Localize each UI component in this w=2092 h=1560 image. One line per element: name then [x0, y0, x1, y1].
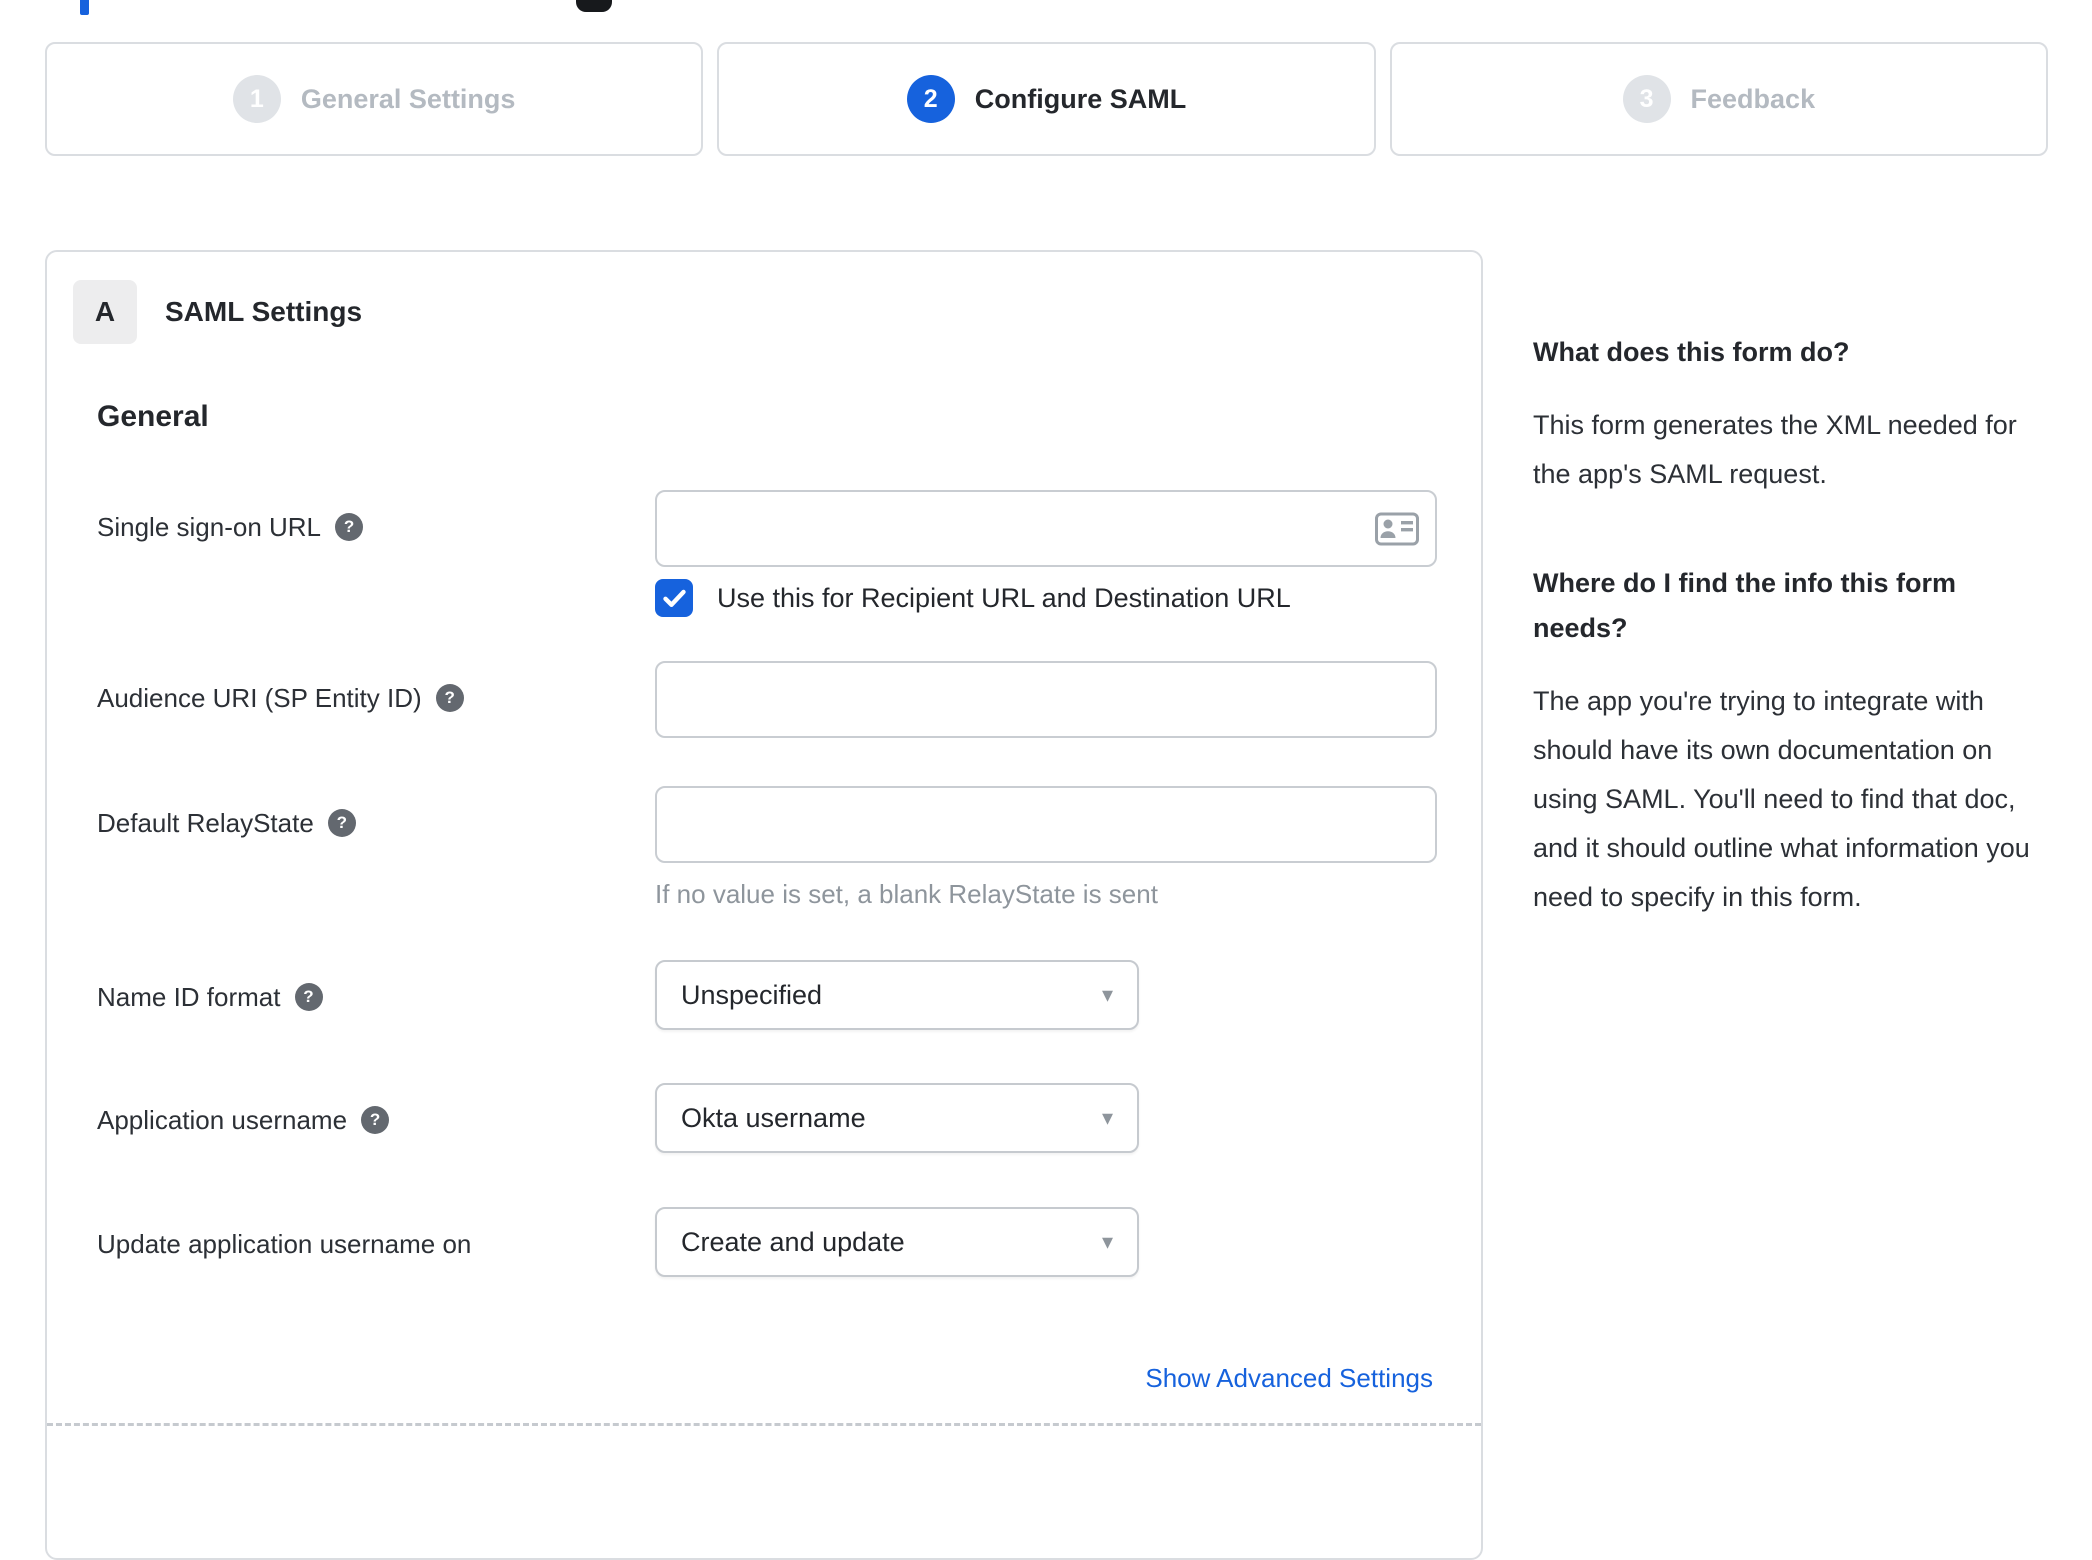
step-3-circle: 3	[1622, 75, 1671, 123]
check-icon	[662, 589, 686, 607]
step-1-circle: 1	[232, 75, 281, 123]
application-username-label: Application username	[97, 1105, 348, 1135]
section-a-badge: A	[73, 280, 137, 344]
help-body-where: The app you're trying to integrate with …	[1533, 686, 2030, 912]
name-id-format-value: Unspecified	[681, 979, 823, 1010]
advanced-settings-row: Show Advanced Settings	[47, 1363, 1433, 1394]
help-icon[interactable]: ?	[294, 983, 323, 1012]
step-general-settings[interactable]: 1 General Settings	[45, 42, 704, 156]
general-section-heading: General	[97, 400, 209, 433]
recipient-url-checkbox-row: Use this for Recipient URL and Destinati…	[655, 579, 1481, 617]
update-username-on-select[interactable]: Create and update ▾	[655, 1207, 1139, 1277]
update-username-on-value: Create and update	[681, 1226, 905, 1257]
audience-uri-input[interactable]	[655, 661, 1437, 738]
field-row-name-id-format: Name ID format? Unspecified ▾	[97, 960, 1481, 1030]
field-row-audience-uri: Audience URI (SP Entity ID)?	[97, 661, 1481, 738]
field-row-single-sign-on-url: Single sign-on URL? Use this for Recipie…	[97, 490, 1481, 617]
help-icon[interactable]: ?	[335, 513, 364, 542]
card-title: SAML Settings	[165, 296, 363, 327]
chevron-down-icon: ▾	[1101, 1229, 1113, 1254]
help-icon[interactable]: ?	[435, 684, 464, 713]
update-username-on-label: Update application username on	[97, 1229, 472, 1259]
field-row-application-username: Application username? Okta username ▾	[97, 1083, 1481, 1153]
show-advanced-settings-link[interactable]: Show Advanced Settings	[1145, 1363, 1433, 1393]
step-2-label: Configure SAML	[974, 83, 1187, 114]
recipient-url-checkbox-label: Use this for Recipient URL and Destinati…	[717, 582, 1291, 613]
saml-settings-card: A SAML Settings General Single sign-on U…	[45, 250, 1483, 1560]
autofill-contact-card-icon[interactable]	[1375, 512, 1419, 545]
saml-setup-page: { "colors": { "accent_blue": "#1662dd", …	[0, 0, 2092, 1560]
step-2-circle: 2	[906, 75, 955, 123]
recipient-url-checkbox[interactable]	[655, 579, 693, 617]
audience-uri-label: Audience URI (SP Entity ID)	[97, 683, 422, 713]
card-header: A SAML Settings	[73, 280, 1481, 344]
name-id-format-label: Name ID format	[97, 982, 281, 1012]
wizard-stepper: 1 General Settings 2 Configure SAML 3 Fe…	[45, 42, 2048, 156]
help-sidebar: What does this form do? This form genera…	[1533, 330, 2038, 922]
single-sign-on-url-input[interactable]	[655, 490, 1437, 567]
cutoff-logo-artifact	[576, 0, 612, 12]
help-heading-where: Where do I find the info this form needs…	[1533, 568, 1956, 643]
help-section-what: What does this form do? This form genera…	[1533, 330, 2038, 499]
field-label-wrap: Single sign-on URL?	[97, 490, 655, 617]
cutoff-blue-artifact	[80, 0, 89, 15]
help-icon[interactable]: ?	[361, 1106, 390, 1135]
step-1-label: General Settings	[300, 83, 516, 114]
name-id-format-select[interactable]: Unspecified ▾	[655, 960, 1139, 1030]
default-relaystate-input[interactable]	[655, 786, 1437, 863]
step-feedback[interactable]: 3 Feedback	[1389, 42, 2048, 156]
field-row-default-relaystate: Default RelayState? If no value is set, …	[97, 786, 1481, 910]
application-username-select[interactable]: Okta username ▾	[655, 1083, 1139, 1153]
single-sign-on-url-label: Single sign-on URL	[97, 512, 322, 542]
chevron-down-icon: ▾	[1101, 982, 1113, 1007]
help-heading-what: What does this form do?	[1533, 337, 1850, 367]
relaystate-hint-text: If no value is set, a blank RelayState i…	[655, 879, 1158, 909]
step-configure-saml[interactable]: 2 Configure SAML	[717, 42, 1376, 156]
application-username-value: Okta username	[681, 1102, 866, 1133]
field-row-update-username-on: Update application username on Create an…	[97, 1207, 1481, 1277]
help-section-where: Where do I find the info this form needs…	[1533, 561, 2038, 922]
default-relaystate-label: Default RelayState	[97, 808, 314, 838]
chevron-down-icon: ▾	[1101, 1105, 1113, 1130]
help-body-what: This form generates the XML needed for t…	[1533, 410, 2017, 489]
help-icon[interactable]: ?	[327, 809, 356, 838]
step-3-label: Feedback	[1690, 83, 1816, 114]
